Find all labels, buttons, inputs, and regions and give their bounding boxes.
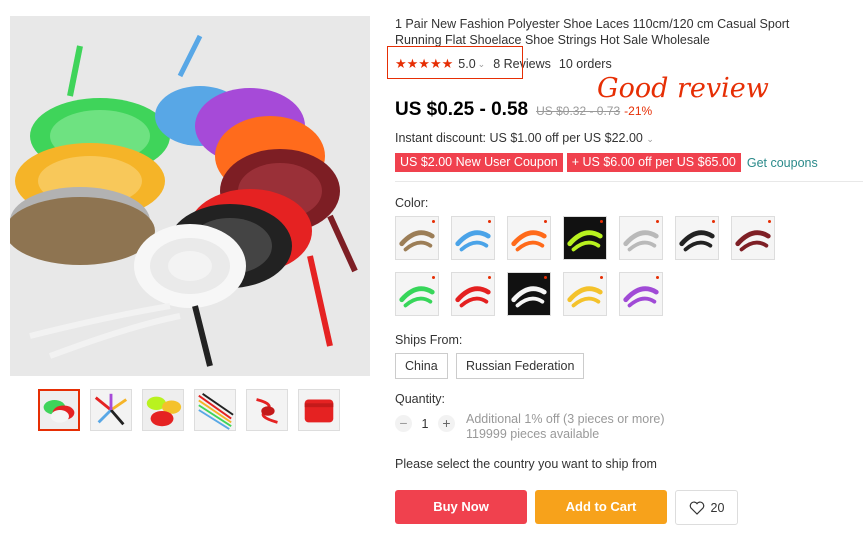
store-coupon[interactable]: + US $6.00 off per US $65.00	[566, 153, 741, 172]
product-title: 1 Pair New Fashion Polyester Shoe Laces …	[395, 17, 790, 47]
color-swatch-light-gray[interactable]	[619, 216, 663, 260]
wishlist-button[interactable]: 20	[675, 490, 738, 525]
swatch-image	[452, 217, 494, 259]
swatch-image	[452, 273, 494, 315]
thumbnail-strip	[38, 389, 340, 431]
swatch-image	[508, 273, 550, 315]
swatch-image	[564, 273, 606, 315]
ship-option-russia[interactable]: Russian Federation	[456, 353, 585, 379]
swatch-dot	[712, 220, 715, 223]
chevron-down-icon[interactable]: ⌄	[646, 134, 654, 144]
price: US $0.25 - 0.58	[395, 99, 529, 120]
instant-discount-text: Instant discount: US $1.00 off per US $2…	[395, 131, 643, 145]
ships-from-label: Ships From:	[395, 333, 463, 347]
color-swatch-purple[interactable]	[619, 272, 663, 316]
thumbnail-5[interactable]	[246, 389, 288, 431]
rating-highlight-box	[387, 46, 523, 79]
product-info: 1 Pair New Fashion Polyester Shoe Laces …	[395, 16, 845, 48]
thumbnail-2[interactable]	[90, 389, 132, 431]
buy-now-button[interactable]: Buy Now	[395, 490, 527, 524]
coupon-row: US $2.00 New User Coupon + US $6.00 off …	[395, 153, 818, 172]
swatch-image	[620, 217, 662, 259]
swatch-dot	[600, 276, 603, 279]
bulk-discount-note: Additional 1% off (3 pieces or more)	[466, 412, 665, 426]
swatch-image	[396, 273, 438, 315]
color-swatch-sky-blue[interactable]	[451, 216, 495, 260]
swatch-dot	[488, 220, 491, 223]
quantity-stepper: − 1 +	[395, 415, 455, 432]
color-swatch-red[interactable]	[451, 272, 495, 316]
price-row: US $0.25 - 0.58 US $0.32 - 0.73 -21%	[395, 99, 652, 121]
color-swatch-fluorescent-green[interactable]	[563, 216, 607, 260]
product-main-image[interactable]	[10, 16, 370, 376]
country-note: Please select the country you want to sh…	[395, 457, 657, 471]
add-to-cart-button[interactable]: Add to Cart	[535, 490, 667, 524]
color-swatch-white[interactable]	[507, 272, 551, 316]
original-price: US $0.32 - 0.73	[536, 104, 621, 118]
swatch-image	[508, 217, 550, 259]
swatch-dot	[768, 220, 771, 223]
thumbnail-1[interactable]	[38, 389, 80, 431]
color-swatch-black[interactable]	[675, 216, 719, 260]
divider	[395, 181, 863, 182]
quantity-minus-button[interactable]: −	[395, 415, 412, 432]
swatch-dot	[656, 220, 659, 223]
swatch-dot	[488, 276, 491, 279]
stock-available: 119999 pieces available	[466, 427, 600, 441]
swatch-image	[732, 217, 774, 259]
thumbnail-4[interactable]	[194, 389, 236, 431]
color-swatch-khaki[interactable]	[395, 216, 439, 260]
quantity-plus-button[interactable]: +	[438, 415, 455, 432]
swatch-image	[620, 273, 662, 315]
swatch-dot	[432, 276, 435, 279]
quantity-value[interactable]: 1	[412, 417, 438, 431]
thumbnail-3[interactable]	[142, 389, 184, 431]
color-label: Color:	[395, 196, 429, 210]
color-swatch-yellow[interactable]	[563, 272, 607, 316]
heart-icon	[689, 501, 704, 515]
quantity-notes: Additional 1% off (3 pieces or more) 119…	[466, 412, 664, 442]
swatch-image	[564, 217, 606, 259]
instant-discount[interactable]: Instant discount: US $1.00 off per US $2…	[395, 131, 654, 145]
color-swatch-green[interactable]	[395, 272, 439, 316]
wishlist-count: 20	[710, 500, 725, 515]
ship-option-china[interactable]: China	[395, 353, 448, 379]
swatch-image	[676, 217, 718, 259]
swatch-dot	[544, 276, 547, 279]
swatch-dot	[656, 276, 659, 279]
discount-badge: -21%	[624, 104, 653, 118]
orders-count: 10 orders	[558, 57, 612, 71]
quantity-label: Quantity:	[395, 392, 446, 406]
color-swatch-orange[interactable]	[507, 216, 551, 260]
swatch-dot	[600, 220, 603, 223]
swatch-image	[396, 217, 438, 259]
swatch-dot	[544, 220, 547, 223]
new-user-coupon[interactable]: US $2.00 New User Coupon	[395, 153, 563, 172]
color-swatch-wine-red[interactable]	[731, 216, 775, 260]
swatch-dot	[432, 220, 435, 223]
thumbnail-6[interactable]	[298, 389, 340, 431]
get-coupons-link[interactable]: Get coupons	[747, 156, 818, 170]
